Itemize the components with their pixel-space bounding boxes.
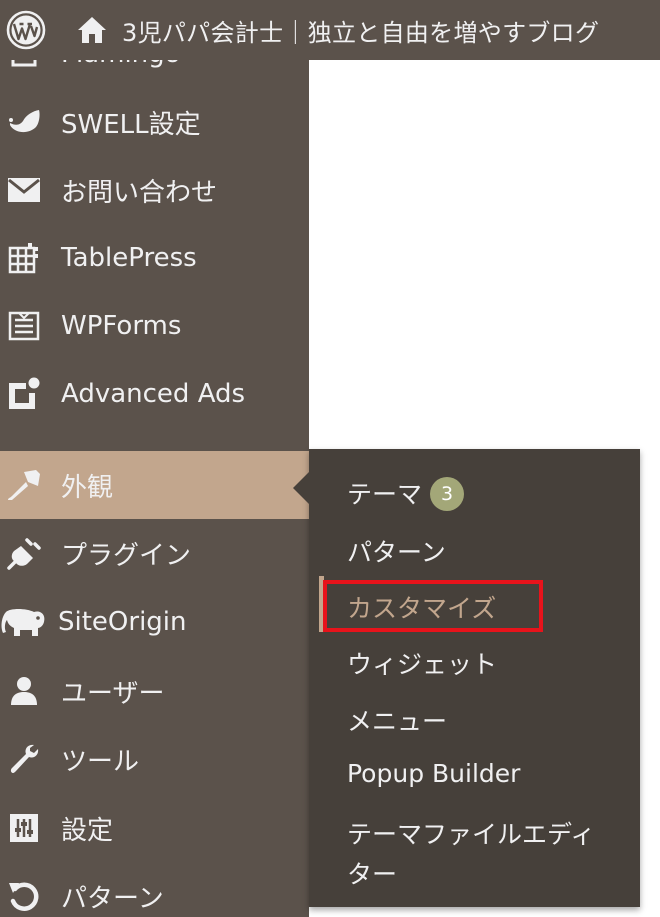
admin-bar: 3児パパ会計士｜独立と自由を増やすブログ (0, 0, 660, 60)
submenu-item-label: ウィジェット (347, 650, 498, 679)
settings-sliders-icon (4, 808, 44, 848)
highlight-annotation-box (323, 580, 543, 632)
sidebar-item-label: SiteOrigin (58, 607, 187, 637)
sidebar-item-swell[interactable]: SWELL設定 (0, 88, 309, 156)
home-icon (78, 17, 106, 43)
current-menu-arrow (293, 472, 309, 504)
sidebar-item-wpforms[interactable]: WPForms (0, 292, 309, 360)
sidebar-item-label: 外観 (61, 472, 114, 503)
undo-icon (4, 876, 44, 916)
submenu-item-popup-builder[interactable]: Popup Builder (347, 759, 520, 788)
submenu-item-themes[interactable]: テーマ 3 (347, 475, 465, 513)
sidebar-item-users[interactable]: ユーザー (0, 657, 309, 725)
sidebar-item-label: Advanced Ads (61, 379, 246, 409)
elephant-icon (0, 602, 48, 642)
sidebar-item-tablepress[interactable]: TablePress (0, 224, 309, 292)
wordpress-logo-icon[interactable] (6, 10, 46, 50)
wpforms-icon (4, 306, 44, 346)
sidebar-item-label: パターン (61, 883, 164, 914)
tablepress-icon (4, 238, 44, 278)
sidebar-item-flamingo[interactable]: Flamingo (0, 60, 309, 88)
sidebar-item-label: ツール (61, 746, 140, 777)
sidebar-item-plugins[interactable]: プラグイン (0, 519, 309, 587)
wrench-icon (4, 739, 44, 779)
sidebar-item-label: Flamingo (61, 60, 181, 69)
mail-icon (4, 170, 44, 210)
swell-icon (4, 102, 44, 142)
site-title: 3児パパ会計士｜独立と自由を増やすブログ (122, 18, 600, 47)
submenu-item-theme-file-editor[interactable]: テーマファイルエディ ター (347, 815, 595, 895)
sidebar-item-label: 設定 (61, 815, 114, 846)
site-name-link[interactable]: 3児パパ会計士｜独立と自由を増やすブログ (76, 0, 599, 60)
sidebar-item-settings[interactable]: 設定 (0, 794, 309, 862)
update-count-badge: 3 (430, 477, 465, 511)
paintbrush-icon (4, 465, 44, 505)
plugin-icon (4, 533, 44, 573)
sidebar-item-label: プラグイン (61, 540, 192, 571)
sidebar-item-label: WPForms (61, 311, 182, 341)
submenu-item-label: Popup Builder (347, 759, 521, 788)
submenu-item-widgets[interactable]: ウィジェット (347, 645, 497, 681)
appearance-submenu: テーマ 3 パターン カスタマイズ ウィジェット メニュー Popup Build… (309, 449, 640, 907)
sidebar-item-label: SWELL設定 (61, 109, 201, 140)
flamingo-icon (4, 60, 44, 74)
sidebar-item-advanced-ads[interactable]: Advanced Ads (0, 360, 309, 428)
submenu-item-label: テーマファイルエディ (347, 820, 596, 849)
submenu-item-label: メニュー (347, 707, 448, 736)
submenu-item-label: テーマ (347, 480, 423, 509)
sidebar-item-tools[interactable]: ツール (0, 725, 309, 793)
sidebar-item-appearance[interactable]: 外観 (0, 451, 309, 519)
submenu-item-label: パターン (347, 538, 446, 567)
user-icon (4, 671, 44, 711)
advanced-ads-icon (4, 374, 44, 414)
submenu-item-label-line2: ター (347, 860, 398, 889)
sidebar-item-contact[interactable]: お問い合わせ (0, 156, 309, 224)
sidebar-item-label: お問い合わせ (61, 177, 218, 208)
sidebar-item-label: TablePress (61, 243, 197, 273)
submenu-item-patterns[interactable]: パターン (347, 533, 446, 569)
sidebar-item-patterns[interactable]: パターン (0, 862, 309, 917)
admin-sidebar: Flamingo SWELL設定 お問い合わせ TablePress (0, 60, 309, 917)
sidebar-item-label: ユーザー (61, 678, 165, 709)
submenu-item-menus[interactable]: メニュー (347, 702, 447, 738)
sidebar-item-siteorigin[interactable]: SiteOrigin (0, 588, 309, 656)
